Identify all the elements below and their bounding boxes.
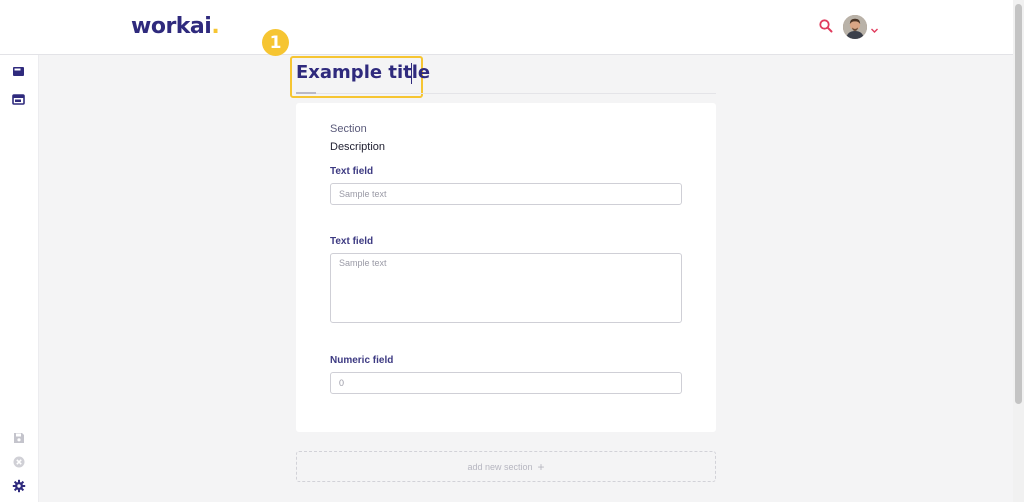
text-field-input[interactable] (330, 183, 682, 205)
user-avatar[interactable] (843, 15, 867, 39)
page-title-input[interactable]: Example title (296, 62, 430, 83)
text-field-label: Text field (330, 166, 374, 177)
section-heading: Section (330, 123, 367, 135)
add-new-section-button[interactable]: add new section + (296, 451, 716, 482)
plus-icon: + (537, 459, 545, 474)
logo-text: workai (131, 14, 212, 39)
text-cursor (411, 63, 412, 84)
logo-dot: . (211, 14, 220, 39)
section-description: Description (330, 141, 386, 153)
page-icon[interactable] (12, 65, 26, 79)
workai-logo[interactable]: workai. (131, 14, 220, 39)
layout-icon[interactable] (12, 93, 26, 107)
text-area-label: Text field (330, 236, 374, 247)
title-divider (296, 93, 716, 94)
title-divider-accent (296, 92, 316, 94)
gear-icon[interactable] (12, 479, 26, 493)
sidebar (0, 55, 39, 502)
save-icon[interactable] (12, 431, 26, 445)
search-icon[interactable] (818, 18, 834, 34)
cancel-icon[interactable] (12, 455, 26, 469)
chevron-down-icon[interactable] (870, 22, 879, 33)
top-bar: workai. (0, 0, 1013, 55)
add-section-label: add new section (467, 461, 533, 472)
numeric-field-input[interactable] (330, 372, 682, 394)
numeric-field-label: Numeric field (330, 355, 394, 366)
step-marker: 1 (262, 29, 289, 56)
text-area-input[interactable] (330, 253, 682, 323)
scrollbar-thumb[interactable] (1015, 4, 1022, 404)
